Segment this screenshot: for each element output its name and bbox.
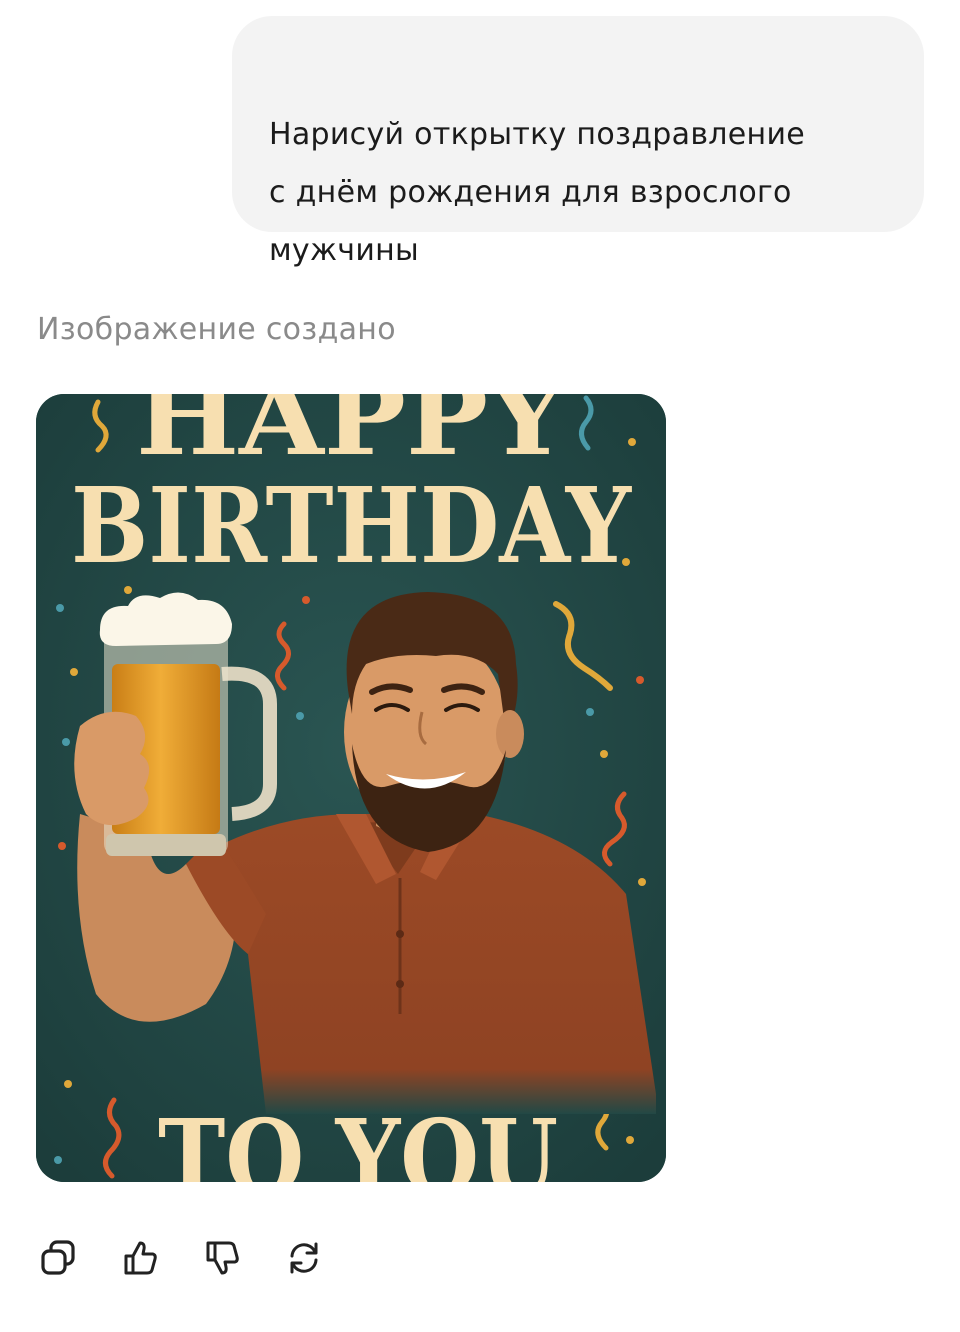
user-message-text: Нарисуй открытку поздравление с днём рож… <box>269 117 805 268</box>
image-created-label: Изображение создано <box>37 312 396 347</box>
refresh-icon <box>290 1242 318 1274</box>
copy-icon <box>41 1240 75 1275</box>
birthday-card-illustration: HAPPY BIRTHDAY TO YOU <box>36 394 666 1182</box>
dislike-button[interactable] <box>200 1236 244 1280</box>
copy-button[interactable] <box>36 1236 80 1280</box>
card-headline-to-you: TO YOU <box>158 1096 558 1182</box>
thumbs-down-icon <box>206 1241 239 1275</box>
message-actions <box>36 1236 326 1280</box>
chat-page: Нарисуй открытку поздравление с днём рож… <box>0 0 960 1332</box>
card-headline-birthday: BIRTHDAY <box>71 464 633 587</box>
generated-image[interactable]: HAPPY BIRTHDAY TO YOU <box>36 394 666 1182</box>
regenerate-button[interactable] <box>282 1236 326 1280</box>
thumbs-up-icon <box>124 1241 157 1275</box>
like-button[interactable] <box>118 1236 162 1280</box>
user-message-bubble: Нарисуй открытку поздравление с днём рож… <box>232 16 924 268</box>
hand <box>74 711 150 826</box>
